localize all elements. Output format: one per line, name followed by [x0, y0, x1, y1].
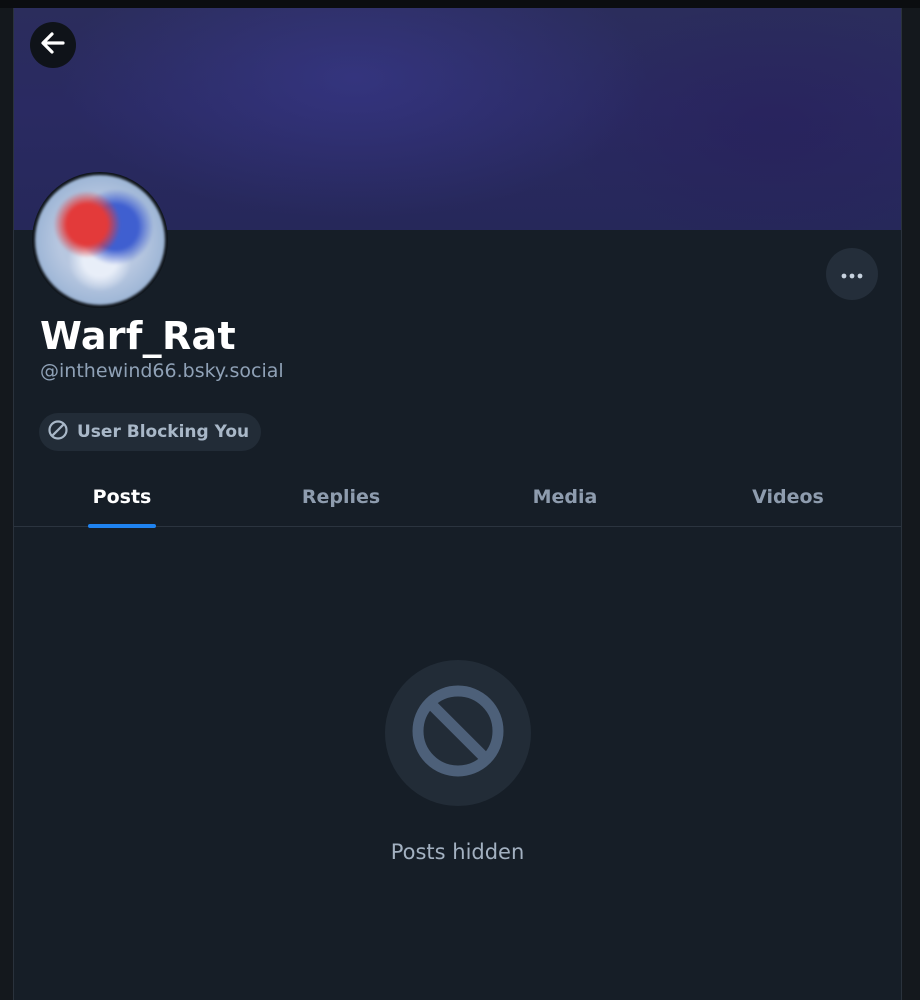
window-top-bar [0, 0, 920, 8]
tab-replies[interactable]: Replies [291, 466, 391, 527]
posts-hidden-icon-container [385, 660, 531, 806]
outer-right-gutter [902, 8, 920, 1000]
back-button[interactable] [30, 22, 76, 68]
tab-label: Replies [301, 485, 381, 508]
profile-panel: Warf_Rat @inthewind66.bsky.social User B… [13, 8, 902, 1000]
ellipsis-icon [840, 265, 864, 284]
more-options-button[interactable] [826, 248, 878, 300]
block-icon [410, 683, 506, 783]
tab-media[interactable]: Media [519, 466, 611, 527]
tab-posts[interactable]: Posts [88, 466, 156, 528]
profile-tabs: Posts Replies Media Videos [14, 466, 901, 528]
user-blocking-badge: User Blocking You [39, 413, 262, 451]
profile-handle: @inthewind66.bsky.social [40, 360, 284, 382]
avatar-image [35, 175, 165, 305]
posts-hidden-message: Posts hidden [390, 840, 525, 864]
tab-label: Posts [92, 485, 152, 508]
arrow-left-icon [39, 29, 67, 61]
tab-label: Videos [752, 485, 824, 508]
tab-videos[interactable]: Videos [740, 466, 836, 527]
outer-left-gutter [0, 8, 13, 1000]
tab-label: Media [532, 485, 598, 508]
active-tab-indicator [88, 524, 156, 528]
avatar[interactable] [32, 172, 168, 308]
blocking-badge-label: User Blocking You [77, 422, 250, 442]
display-name: Warf_Rat [40, 314, 236, 358]
block-icon [47, 419, 69, 445]
